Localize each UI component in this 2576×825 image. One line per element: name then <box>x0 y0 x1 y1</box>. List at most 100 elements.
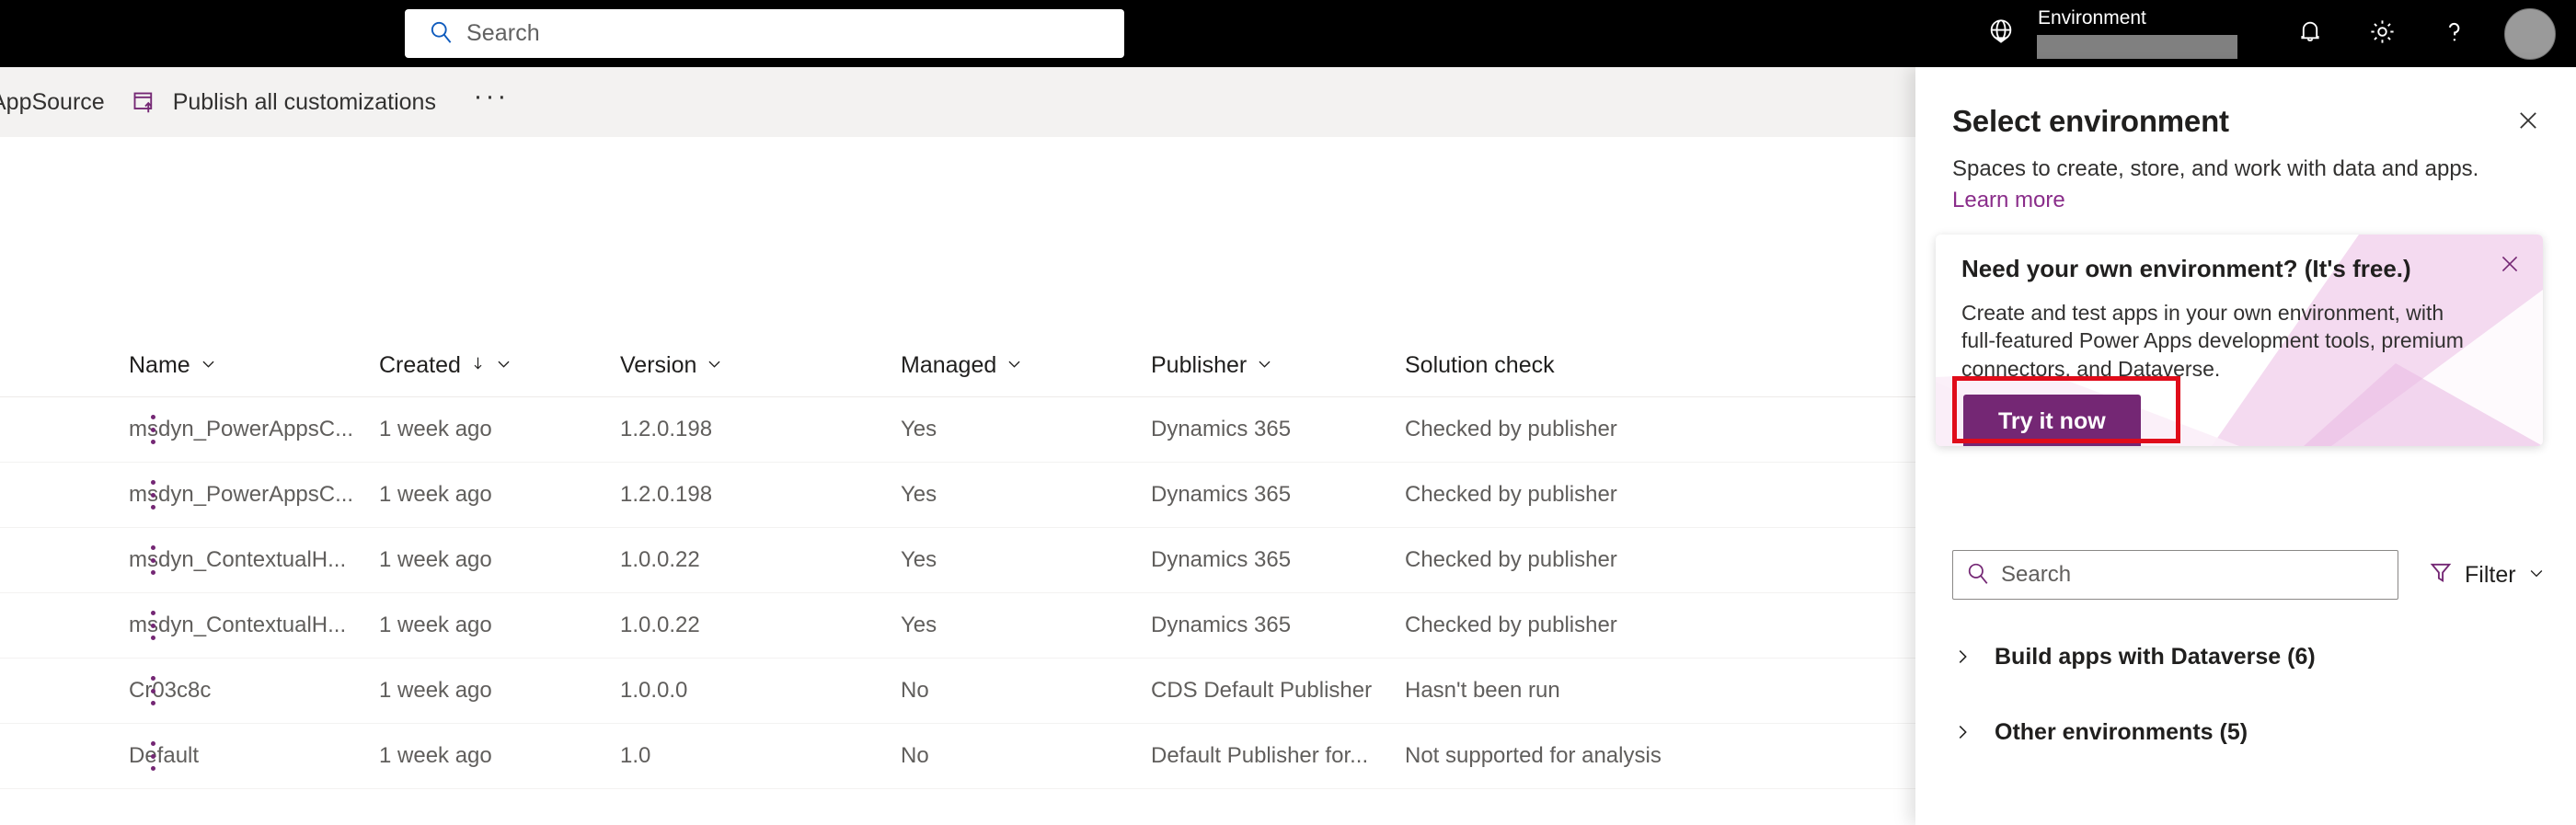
callout-close-button[interactable] <box>2491 247 2528 284</box>
cell-publisher: Dynamics 365 <box>1151 613 1292 637</box>
column-header-managed[interactable]: Managed <box>901 352 1151 379</box>
grid-header-row: Name Created Version Managed Publisher S… <box>0 335 1915 397</box>
cell-name: msdyn_PowerAppsC... <box>129 482 354 507</box>
column-header-label: Managed <box>901 352 997 378</box>
cell-version: 1.0 <box>620 743 651 768</box>
publish-all-customizations-button[interactable]: Publish all customizations <box>118 67 449 137</box>
column-header-label: Name <box>129 352 190 378</box>
cell-managed: Yes <box>901 482 937 507</box>
global-search-box[interactable]: Search <box>405 9 1124 58</box>
cell-created: 1 week ago <box>379 417 492 441</box>
row-menu-icon[interactable] <box>143 480 163 510</box>
cell-publisher: Default Publisher for... <box>1151 743 1369 768</box>
notifications-button[interactable] <box>2274 0 2346 67</box>
row-menu-icon[interactable] <box>143 545 163 575</box>
row-menu-icon[interactable] <box>143 611 163 640</box>
cell-managed: No <box>901 743 929 768</box>
page-title: Select environment <box>1952 104 2229 138</box>
panel-group-label: Build apps with Dataverse (6) <box>1995 643 2316 670</box>
command-bar-overflow-button[interactable]: ··· <box>462 67 521 137</box>
close-icon <box>2515 108 2541 138</box>
filter-label: Filter <box>2465 561 2516 588</box>
cell-publisher: Dynamics 365 <box>1151 482 1292 507</box>
table-row[interactable]: msdyn_ContextualH... 1 week ago 1.0.0.22… <box>0 593 1915 659</box>
chevron-right-icon <box>1952 722 1995 742</box>
table-row[interactable]: msdyn_ContextualH... 1 week ago 1.0.0.22… <box>0 528 1915 593</box>
panel-search-row: Search Filter <box>1952 550 2550 600</box>
cell-managed: No <box>901 678 929 703</box>
row-menu-icon[interactable] <box>143 741 163 771</box>
panel-group-label: Other environments (5) <box>1995 718 2248 745</box>
cell-version: 1.0.0.0 <box>620 678 688 703</box>
chevron-down-icon <box>706 352 723 379</box>
filter-button[interactable]: Filter <box>2428 559 2546 591</box>
table-row[interactable]: msdyn_PowerAppsC... 1 week ago 1.2.0.198… <box>0 463 1915 528</box>
cell-managed: Yes <box>901 547 937 572</box>
column-header-name[interactable]: Name <box>129 352 379 379</box>
main-content: Name Created Version Managed Publisher S… <box>0 137 1915 825</box>
chevron-down-icon <box>1006 352 1023 379</box>
cell-name: Cr03c8c <box>129 678 212 703</box>
appsource-button[interactable]: AppSource <box>0 67 118 137</box>
callout-body: Create and test apps in your own environ… <box>1961 301 2464 381</box>
cell-solution-check: Hasn't been run <box>1405 678 1560 703</box>
chevron-down-icon <box>1256 352 1273 379</box>
cell-version: 1.0.0.22 <box>620 613 700 637</box>
column-header-created[interactable]: Created <box>379 352 620 379</box>
cell-managed: Yes <box>901 613 937 637</box>
cell-version: 1.2.0.198 <box>620 482 713 507</box>
cell-publisher: Dynamics 365 <box>1151 547 1292 572</box>
table-row[interactable]: Default 1 week ago 1.0 No Default Publis… <box>0 724 1915 789</box>
chevron-down-icon <box>495 352 512 379</box>
learn-more-link[interactable]: Learn more <box>1952 188 2065 213</box>
chevron-down-icon <box>2527 562 2546 589</box>
panel-group-other-environments[interactable]: Other environments (5) <box>1952 708 2550 756</box>
callout-title: Need your own environment? (It's free.) <box>1961 255 2411 282</box>
bell-icon <box>2295 17 2325 51</box>
cell-created: 1 week ago <box>379 613 492 637</box>
help-icon <box>2439 17 2469 52</box>
close-icon <box>2498 252 2522 281</box>
top-app-bar: Search Environment <box>0 0 2576 67</box>
cell-solution-check: Checked by publisher <box>1405 417 1617 441</box>
select-environment-panel: Select environment Spaces to create, sto… <box>1915 67 2576 825</box>
cell-created: 1 week ago <box>379 743 492 768</box>
global-search-placeholder: Search <box>466 20 540 46</box>
cell-name: msdyn_ContextualH... <box>129 613 347 637</box>
avatar[interactable] <box>2504 7 2556 60</box>
column-header-label: Created <box>379 352 461 378</box>
try-it-now-button[interactable]: Try it now <box>1963 395 2141 446</box>
chevron-down-icon <box>200 352 217 379</box>
row-menu-icon[interactable] <box>143 415 163 444</box>
panel-header: Select environment Spaces to create, sto… <box>1915 67 2576 213</box>
topbar-right-cluster: Environment <box>1985 0 2576 67</box>
cell-version: 1.0.0.22 <box>620 547 700 572</box>
column-header-label: Solution check <box>1405 352 1555 378</box>
cell-publisher: Dynamics 365 <box>1151 417 1292 441</box>
panel-group-build-apps-with-dataverse[interactable]: Build apps with Dataverse (6) <box>1952 633 2550 681</box>
panel-subtitle: Spaces to create, store, and work with d… <box>1952 156 2479 181</box>
environment-selector[interactable]: Environment <box>2037 8 2237 59</box>
panel-search-input[interactable]: Search <box>1952 550 2398 600</box>
globe-icon[interactable] <box>1985 16 2017 52</box>
cell-managed: Yes <box>901 417 937 441</box>
cell-created: 1 week ago <box>379 482 492 507</box>
cell-publisher: CDS Default Publisher <box>1151 678 1373 703</box>
column-header-version[interactable]: Version <box>620 352 901 379</box>
column-header-label: Version <box>620 352 697 378</box>
gear-icon <box>2367 17 2398 52</box>
row-menu-icon[interactable] <box>143 676 163 705</box>
appsource-label: AppSource <box>0 88 105 115</box>
callout-content: Need your own environment? (It's free.) … <box>1936 235 2543 383</box>
help-button[interactable] <box>2418 0 2490 67</box>
panel-close-button[interactable] <box>2508 102 2548 143</box>
column-header-label: Publisher <box>1151 352 1248 378</box>
table-row[interactable]: msdyn_PowerAppsC... 1 week ago 1.2.0.198… <box>0 397 1915 463</box>
column-header-publisher[interactable]: Publisher <box>1151 352 1405 379</box>
column-header-solution-check[interactable]: Solution check <box>1405 352 1791 379</box>
table-row[interactable]: Cr03c8c 1 week ago 1.0.0.0 No CDS Defaul… <box>0 659 1915 724</box>
panel-search-placeholder: Search <box>2001 562 2072 587</box>
environment-label: Environment <box>2038 7 2146 29</box>
cell-created: 1 week ago <box>379 678 492 703</box>
settings-button[interactable] <box>2346 0 2418 67</box>
